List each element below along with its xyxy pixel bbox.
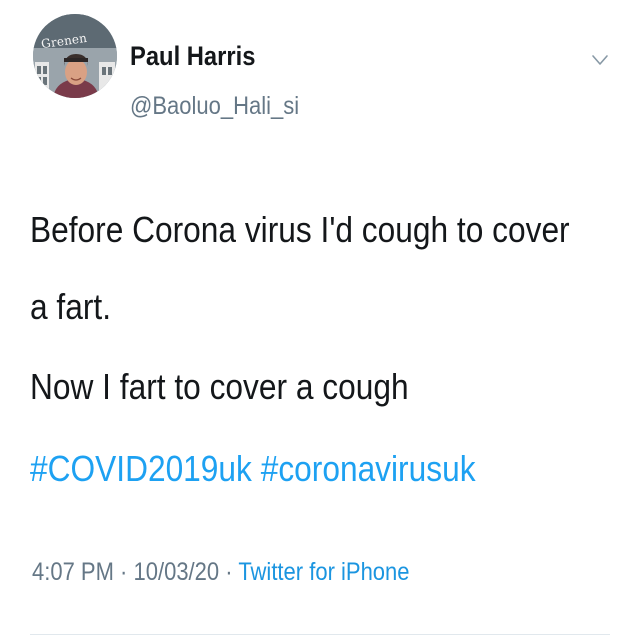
avatar-image[interactable]: Grenen: [33, 14, 117, 98]
author-name[interactable]: Paul Harris: [130, 40, 299, 72]
avatar[interactable]: Grenen: [33, 14, 117, 154]
tweet-meta: 4:07 PM · 10/03/20 · Twitter for iPhone: [32, 558, 410, 587]
divider: [30, 634, 610, 635]
tweet-source-link[interactable]: Twitter for iPhone: [238, 558, 409, 586]
tweet-time[interactable]: 4:07 PM: [32, 558, 114, 586]
meta-separator: ·: [120, 558, 128, 586]
tweet-line: Before Corona virus I'd cough to cover: [30, 209, 570, 250]
hashtag-link[interactable]: #coronavirusuk: [261, 448, 476, 489]
author-handle[interactable]: @Baoluo_Hali_si: [130, 91, 299, 121]
chevron-down-icon[interactable]: [588, 48, 612, 72]
meta-separator: ·: [225, 558, 233, 586]
tweet-line: Now I fart to cover a cough: [30, 366, 409, 407]
hashtag-line: #COVID2019uk #coronavirusuk: [30, 443, 549, 495]
author-block: Paul Harris @Baoluo_Hali_si: [130, 40, 322, 121]
tweet-text: Before Corona virus I'd cough to cover a…: [30, 204, 620, 495]
tweet-card: Grenen Paul Harris @Baoluo_Hali_si Befor…: [0, 0, 640, 640]
tweet-date[interactable]: 10/03/20: [134, 558, 220, 586]
hashtag-link[interactable]: #COVID2019uk: [30, 448, 252, 489]
tweet-line: a fart.: [30, 286, 112, 327]
